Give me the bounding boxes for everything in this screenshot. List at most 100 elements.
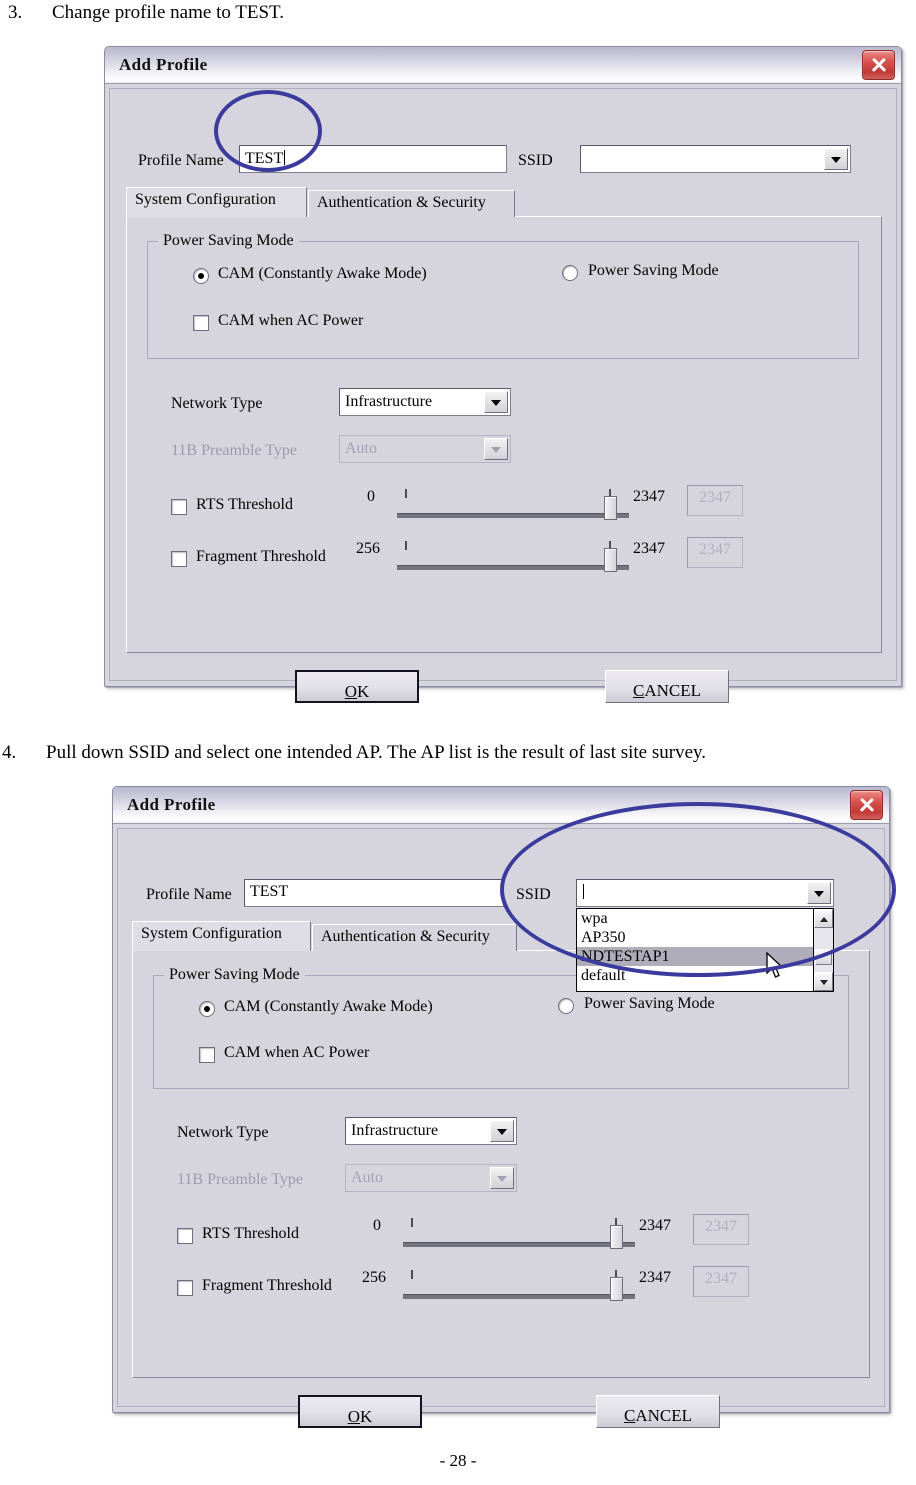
checkbox-fragment-threshold[interactable] [177, 1280, 193, 1296]
chevron-down-icon [490, 1167, 514, 1189]
add-profile-dialog-1: Add Profile Profile Name TEST SSID Syste… [104, 46, 902, 703]
rts-threshold-label: RTS Threshold [202, 1225, 299, 1242]
fragment-threshold-slider-track[interactable] [403, 1294, 635, 1299]
slider-tick [411, 1270, 413, 1279]
cancel-button[interactable]: CANCEL [605, 670, 729, 703]
radio-cam[interactable] [193, 268, 209, 284]
fragment-slider-ticks [411, 1270, 635, 1279]
tab-system-configuration[interactable]: System Configuration [132, 921, 311, 951]
network-type-label: Network Type [177, 1124, 269, 1141]
rts-threshold-slider-track[interactable] [403, 1242, 635, 1247]
tab-label: Authentication & Security [317, 194, 486, 211]
checkbox-rts-threshold[interactable] [177, 1228, 193, 1244]
cancel-button-label: ANCEL [644, 681, 701, 700]
ssid-dropdown-list[interactable]: wpa AP350 NDTESTAP1 default [576, 908, 834, 992]
ssid-combobox[interactable] [576, 879, 834, 907]
chevron-down-icon[interactable] [807, 882, 831, 904]
checkbox-cam-when-ac-power-label: CAM when AC Power [224, 1044, 370, 1061]
tab-panel-system-configuration: Power Saving Mode CAM (Constantly Awake … [132, 950, 870, 1378]
chevron-down-icon[interactable] [824, 148, 848, 170]
radio-power-saving-mode-label: Power Saving Mode [588, 262, 719, 279]
profile-name-value: TEST [245, 150, 284, 167]
radio-power-saving-mode[interactable] [558, 998, 574, 1014]
radio-cam-label: CAM (Constantly Awake Mode) [224, 998, 433, 1015]
list-item[interactable]: default [577, 966, 833, 985]
step-3-text: Change profile name to TEST. [52, 2, 284, 23]
fragment-threshold-min: 256 [356, 540, 380, 557]
slider-tick [411, 1218, 413, 1227]
ok-button[interactable]: OK [295, 670, 419, 703]
fragment-threshold-slider-thumb[interactable] [610, 1277, 623, 1301]
chevron-down-icon [484, 438, 508, 460]
ok-button-mnemonic: O [344, 682, 357, 701]
checkbox-fragment-threshold[interactable] [171, 551, 187, 567]
fragment-threshold-label: Fragment Threshold [202, 1277, 332, 1294]
tabstrip: System Configuration Authentication & Se… [126, 185, 516, 217]
tab-label: System Configuration [135, 191, 276, 208]
dialog-title: Add Profile [119, 55, 208, 74]
checkbox-cam-when-ac-power-label: CAM when AC Power [218, 312, 364, 329]
ok-button-label: K [357, 682, 370, 701]
close-icon[interactable] [862, 50, 895, 80]
preamble-type-label: 11B Preamble Type [177, 1171, 303, 1188]
list-item[interactable]: wpa [577, 909, 833, 928]
rts-threshold-slider-thumb[interactable] [610, 1225, 623, 1249]
radio-power-saving-mode-label: Power Saving Mode [584, 995, 715, 1012]
tab-authentication-security[interactable]: Authentication & Security [308, 190, 515, 217]
text-caret [284, 150, 286, 165]
rts-threshold-slider-track[interactable] [397, 513, 629, 518]
page-number: - 28 - [439, 1451, 477, 1470]
fragment-threshold-slider-track[interactable] [397, 565, 629, 570]
ssid-combobox[interactable] [580, 145, 851, 173]
rts-slider-ticks [405, 489, 629, 498]
tab-label: Authentication & Security [321, 928, 490, 945]
ok-button[interactable]: OK [298, 1395, 422, 1428]
chevron-up-icon[interactable] [814, 909, 833, 928]
dialog-titlebar: Add Profile [105, 47, 901, 84]
network-type-combobox[interactable]: Infrastructure [339, 388, 511, 416]
network-type-value: Infrastructure [351, 1122, 439, 1139]
cancel-button[interactable]: CANCEL [596, 1395, 720, 1428]
fragment-threshold-label: Fragment Threshold [196, 548, 326, 565]
fragment-threshold-slider-thumb[interactable] [604, 548, 617, 572]
dropdown-scrollbar[interactable] [813, 909, 833, 991]
preamble-type-label: 11B Preamble Type [171, 442, 297, 459]
rts-threshold-min: 0 [367, 488, 375, 505]
radio-power-saving-mode[interactable] [562, 265, 578, 281]
fragment-threshold-max: 2347 [633, 540, 665, 557]
network-type-value: Infrastructure [345, 393, 433, 410]
checkbox-rts-threshold[interactable] [171, 499, 187, 515]
rts-slider-ticks [411, 1218, 635, 1227]
tab-authentication-security[interactable]: Authentication & Security [312, 924, 517, 951]
close-icon[interactable] [850, 790, 883, 820]
network-type-combobox[interactable]: Infrastructure [345, 1117, 517, 1145]
profile-name-label: Profile Name [146, 886, 232, 903]
preamble-type-combobox: Auto [339, 435, 511, 463]
profile-name-label: Profile Name [138, 152, 224, 169]
rts-threshold-readout: 2347 [693, 1214, 749, 1245]
chevron-down-icon[interactable] [484, 391, 508, 413]
cancel-button-label: ANCEL [635, 1406, 692, 1425]
network-type-label: Network Type [171, 395, 263, 412]
rts-threshold-slider-thumb[interactable] [604, 496, 617, 520]
step-4-text: Pull down SSID and select one intended A… [46, 742, 707, 763]
chevron-down-icon[interactable] [490, 1120, 514, 1142]
profile-name-input[interactable]: TEST [244, 879, 504, 907]
tab-system-configuration[interactable]: System Configuration [126, 187, 307, 217]
list-item[interactable]: AP350 [577, 928, 833, 947]
cancel-button-mnemonic: C [623, 1406, 636, 1425]
checkbox-cam-when-ac-power[interactable] [193, 315, 209, 331]
checkbox-cam-when-ac-power[interactable] [199, 1047, 215, 1063]
radio-cam[interactable] [199, 1001, 215, 1017]
fragment-threshold-min: 256 [362, 1269, 386, 1286]
preamble-type-combobox: Auto [345, 1164, 517, 1192]
profile-name-input[interactable]: TEST [239, 145, 507, 173]
power-saving-mode-group: Power Saving Mode CAM (Constantly Awake … [147, 232, 859, 359]
list-item[interactable]: NDTESTAP1 [577, 947, 833, 966]
dialog-title: Add Profile [127, 795, 216, 814]
step-3-number: 3. [8, 2, 23, 23]
chevron-down-icon[interactable] [814, 972, 833, 991]
scrollbar-thumb[interactable] [815, 949, 832, 965]
text-caret [583, 884, 584, 899]
power-saving-mode-group-title: Power Saving Mode [164, 966, 305, 984]
